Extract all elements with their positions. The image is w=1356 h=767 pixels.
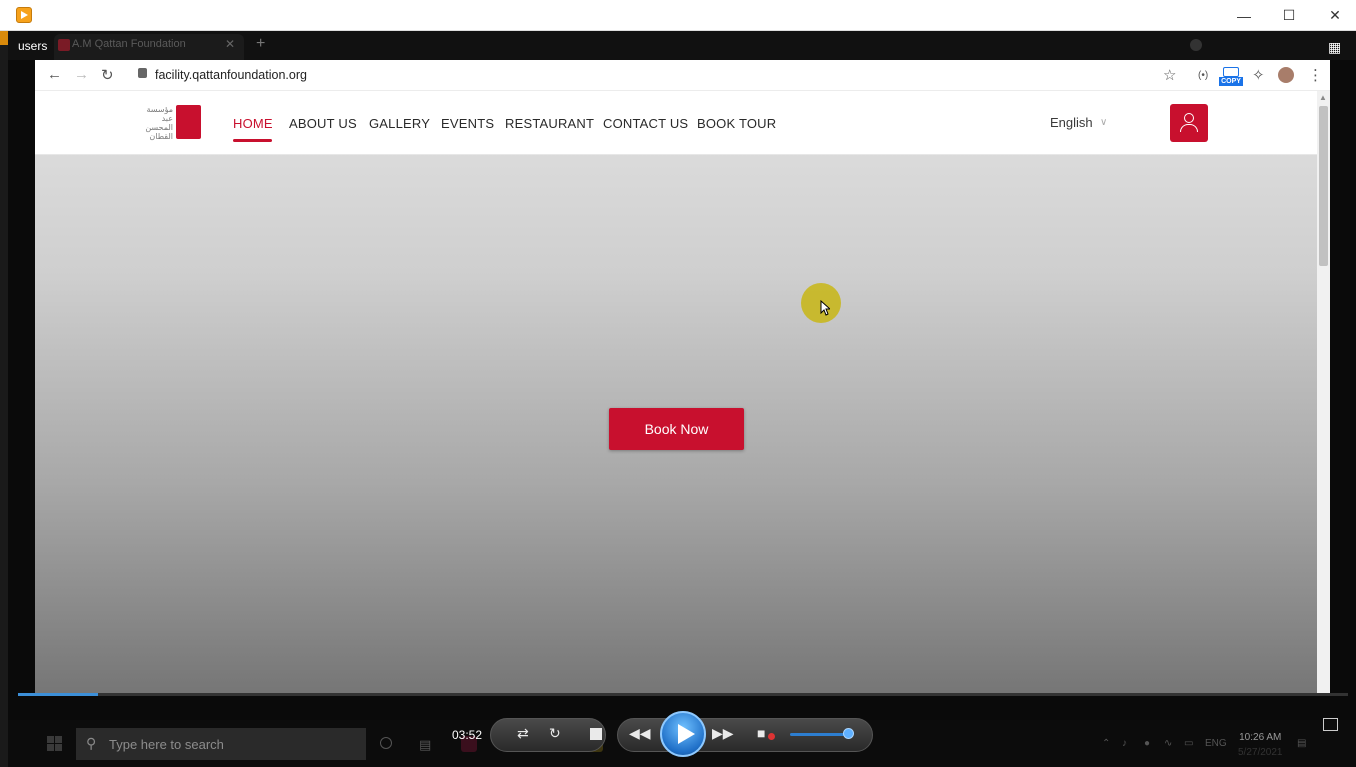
speaker-icon[interactable]: ■ — [757, 725, 765, 741]
user-account-button[interactable] — [1170, 104, 1208, 142]
windows-start-icon[interactable] — [47, 736, 63, 752]
desktop-edge — [0, 31, 8, 767]
nav-about-us[interactable]: ABOUT US — [289, 116, 357, 131]
mute-badge-icon — [768, 733, 775, 740]
nav-contact-us[interactable]: CONTACT US — [603, 116, 688, 131]
wifi-icon[interactable]: ∿ — [1164, 738, 1172, 749]
stop-icon[interactable] — [590, 728, 602, 740]
book-now-button[interactable]: Book Now — [609, 408, 744, 450]
nav-active-indicator — [233, 139, 272, 142]
playlist-label: users — [18, 39, 48, 53]
record-icon — [1190, 39, 1202, 51]
nav-book-tour[interactable]: BOOK TOUR — [697, 116, 776, 131]
input-language[interactable]: ENG — [1205, 738, 1227, 749]
new-tab-button[interactable]: + — [256, 35, 265, 53]
repeat-icon[interactable]: ↻ — [549, 725, 561, 742]
clock-time: 10:26 AM — [1239, 732, 1282, 743]
close-window-button[interactable]: ✕ — [1312, 0, 1356, 31]
lock-icon[interactable] — [138, 68, 147, 78]
player-titlebar — [0, 0, 1356, 31]
fullscreen-icon[interactable] — [1323, 718, 1338, 731]
arrow-left-icon[interactable]: ← — [47, 66, 62, 83]
fast-forward-icon[interactable]: ▶▶ — [712, 725, 734, 742]
puzzle-icon[interactable]: ✧ — [1252, 66, 1265, 84]
rewind-icon[interactable]: ◀◀ — [629, 725, 651, 742]
reload-icon[interactable]: ↻ — [101, 66, 114, 84]
hero-section — [35, 91, 1317, 693]
tab-close-icon[interactable]: ✕ — [225, 37, 235, 51]
cast-icon[interactable]: (•) — [1198, 70, 1208, 81]
tab-title: A.M Qattan Foundation — [72, 38, 186, 50]
system-clock[interactable]: 10:26 AM 5/27/2021 — [1238, 730, 1283, 760]
qattan-logo[interactable]: مؤسسة عبد المحسن القطان — [143, 103, 201, 141]
kebab-menu-icon[interactable]: ⋮ — [1308, 66, 1323, 84]
tab-favicon-icon — [58, 39, 70, 51]
microphone-icon[interactable]: ● — [1144, 738, 1150, 749]
notifications-icon[interactable]: ▤ — [1297, 738, 1306, 749]
star-icon[interactable]: ☆ — [1163, 66, 1176, 84]
seek-bar[interactable] — [18, 693, 1348, 696]
search-icon: ⚲ — [86, 735, 97, 751]
shuffle-icon[interactable]: ⇄ — [517, 725, 529, 742]
scroll-up-icon[interactable]: ▲ — [1319, 93, 1327, 102]
cortana-icon[interactable] — [380, 737, 392, 749]
playback-time: 03:52 — [452, 728, 483, 742]
nav-home[interactable]: HOME — [233, 116, 273, 131]
arrow-right-icon[interactable]: → — [74, 66, 89, 83]
volume-knob[interactable] — [843, 728, 854, 739]
maximize-button[interactable]: ☐ — [1266, 0, 1312, 31]
player-app-icon — [16, 7, 32, 23]
copy-extension-icon[interactable]: COPY — [1219, 67, 1243, 87]
address-bar[interactable]: facility.qattanfoundation.org — [155, 68, 307, 82]
play-button[interactable] — [660, 711, 706, 757]
seek-progress — [18, 693, 98, 696]
battery-icon[interactable]: ▭ — [1184, 738, 1193, 749]
clock-date: 5/27/2021 — [1238, 747, 1283, 758]
language-selector[interactable]: English — [1050, 115, 1093, 130]
tray-chevron-icon[interactable]: ⌃ — [1102, 738, 1110, 749]
nav-restaurant[interactable]: RESTAURANT — [505, 116, 594, 131]
minimize-button[interactable]: — — [1221, 0, 1267, 31]
chevron-down-icon: ∨ — [1100, 117, 1108, 128]
user-icon — [1184, 113, 1194, 123]
speaker-tray-icon[interactable]: ♪ — [1122, 738, 1127, 749]
profile-avatar[interactable] — [1278, 67, 1294, 83]
grid-icon[interactable]: ▦ — [1328, 39, 1341, 56]
scrollbar-thumb[interactable] — [1319, 106, 1328, 266]
taskbar-search-placeholder: Type here to search — [109, 737, 224, 752]
copy-extension-label: COPY — [1219, 77, 1243, 86]
nav-events[interactable]: EVENTS — [441, 116, 494, 131]
player-controls-left — [490, 718, 606, 752]
logo-arabic-text: مؤسسة عبد المحسن القطان — [145, 105, 173, 141]
task-view-icon[interactable]: ▤ — [419, 737, 431, 753]
nav-gallery[interactable]: GALLERY — [369, 116, 430, 131]
